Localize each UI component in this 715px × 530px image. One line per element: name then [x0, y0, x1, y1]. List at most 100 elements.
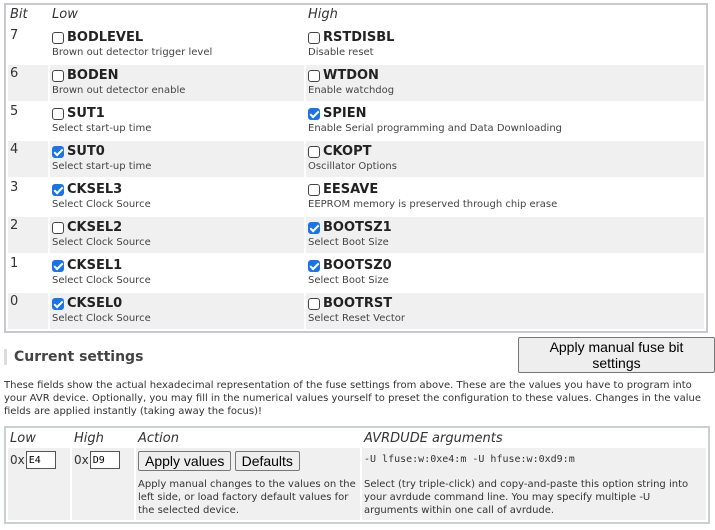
bit-number: 1 — [8, 255, 48, 291]
fuse-cell-high: BOOTSZ0 Select Boot Size — [306, 255, 704, 291]
fuse-description: Enable watchdog — [308, 85, 395, 96]
checkbox[interactable] — [52, 297, 64, 310]
fuse-description: Select Clock Source — [52, 199, 151, 210]
fuse-checkbox-label[interactable]: CKOPT — [308, 144, 702, 159]
avrdude-arguments[interactable]: -U lfuse:w:0xe4:m -U hfuse:w:0xd9:m — [364, 453, 704, 466]
fuse-description: Disable reset — [308, 47, 374, 58]
fuse-checkbox-label[interactable]: CKSEL3 — [52, 182, 302, 197]
fuse-name: SPIEN — [323, 106, 367, 121]
fuse-name: BODLEVEL — [67, 30, 144, 45]
checkbox[interactable] — [52, 107, 64, 120]
checkbox[interactable] — [52, 31, 64, 44]
fuse-cell-low: SUT1 Select start-up time — [50, 103, 304, 139]
fuse-description: Select start-up time — [52, 161, 152, 172]
fuse-row: 4 SUT0 Select start-up time CKOPT Oscillator… — [8, 141, 704, 177]
fuse-description: Select start-up time — [52, 123, 152, 134]
avrdude-description: Select (try triple-click) and copy-and-p… — [364, 479, 689, 516]
high-fuse-input[interactable] — [89, 451, 120, 469]
fuse-checkbox-label[interactable]: CKSEL2 — [52, 220, 302, 235]
fuse-description: Enable Serial programming and Data Downl… — [308, 123, 563, 134]
checkbox[interactable] — [52, 221, 64, 234]
bit-number: 3 — [8, 179, 48, 215]
fuse-description: Select Clock Source — [52, 313, 151, 324]
fuse-name: SUT1 — [67, 106, 105, 121]
fuse-cell-low: SUT0 Select start-up time — [50, 141, 304, 177]
fuse-description: Select Reset Vector — [308, 313, 406, 324]
hex-prefix: 0x — [10, 452, 25, 467]
fuse-name: BOOTRST — [323, 296, 393, 311]
fuse-checkbox-label[interactable]: CKSEL1 — [52, 258, 302, 273]
fuse-name: BOOTSZ0 — [323, 258, 392, 273]
current-settings-heading: Current settings — [4, 349, 143, 365]
fuse-name: RSTDISBL — [323, 30, 395, 45]
checkbox[interactable] — [52, 183, 64, 196]
checkbox[interactable] — [308, 107, 320, 120]
low-fuse-input[interactable] — [25, 451, 56, 469]
bit-number: 7 — [8, 27, 48, 63]
checkbox[interactable] — [52, 259, 64, 272]
fuse-checkbox-label[interactable]: SPIEN — [308, 106, 702, 121]
fuse-row: 5 SUT1 Select start-up time SPIEN Enable Ser… — [8, 103, 704, 139]
fuse-name: CKOPT — [323, 144, 372, 159]
hex-prefix: 0x — [74, 452, 89, 467]
fuse-description: Select Clock Source — [52, 237, 151, 248]
header-low: Low — [50, 7, 304, 25]
fuse-cell-high: CKOPT Oscillator Options — [306, 141, 704, 177]
fuse-row: 7 BODLEVEL Brown out detector trigger leve… — [8, 27, 704, 63]
current-settings-intro: These fields show the actual hexadecimal… — [4, 380, 701, 417]
checkbox[interactable] — [308, 145, 320, 158]
fuse-cell-low: BODEN Brown out detector enable — [50, 65, 304, 101]
fuse-checkbox-label[interactable]: RSTDISBL — [308, 30, 702, 45]
fuse-row: 6 BODEN Brown out detector enable WTDON Enab… — [8, 65, 704, 101]
fuse-name: CKSEL0 — [67, 296, 123, 311]
checkbox[interactable] — [308, 259, 320, 272]
fuse-name: WTDON — [323, 68, 379, 83]
fuse-description: EEPROM memory is preserved through chip … — [308, 199, 558, 210]
checkbox[interactable] — [52, 145, 64, 158]
fuse-cell-high: SPIEN Enable Serial programming and Data … — [306, 103, 704, 139]
fuse-checkbox-label[interactable]: EESAVE — [308, 182, 702, 197]
fuse-description: Select Clock Source — [52, 275, 151, 286]
fuse-cell-low: CKSEL0 Select Clock Source — [50, 293, 304, 329]
fuse-checkbox-label[interactable]: SUT0 — [52, 144, 302, 159]
fuse-cell-high: RSTDISBL Disable reset — [306, 27, 704, 63]
fuse-row: 2 CKSEL2 Select Clock Source BOOTSZ1 Select … — [8, 217, 704, 253]
bit-number: 0 — [8, 293, 48, 329]
fuse-description: Brown out detector trigger level — [52, 47, 213, 58]
fuse-cell-low: CKSEL1 Select Clock Source — [50, 255, 304, 291]
fuse-checkbox-label[interactable]: WTDON — [308, 68, 702, 83]
fuse-checkbox-label[interactable]: BODLEVEL — [52, 30, 302, 45]
checkbox[interactable] — [308, 183, 320, 196]
fuse-row: 0 CKSEL0 Select Clock Source BOOTRST Select … — [8, 293, 704, 329]
checkbox[interactable] — [308, 31, 320, 44]
fuse-cell-low: CKSEL2 Select Clock Source — [50, 217, 304, 253]
fuse-checkbox-label[interactable]: CKSEL0 — [52, 296, 302, 311]
fuse-name: CKSEL2 — [67, 220, 123, 235]
fuse-name: EESAVE — [323, 182, 379, 197]
fuse-name: CKSEL3 — [67, 182, 123, 197]
current-settings-table: Low High Action AVRDUDE arguments 0x 0x … — [4, 426, 710, 524]
fuse-description: Oscillator Options — [308, 161, 397, 172]
checkbox[interactable] — [308, 297, 320, 310]
apply-manual-fuse-bits-button[interactable]: Apply manual fuse bit settings — [518, 337, 715, 373]
fuse-checkbox-label[interactable]: SUT1 — [52, 106, 302, 121]
checkbox[interactable] — [308, 221, 320, 234]
fuse-name: CKSEL1 — [67, 258, 123, 273]
checkbox[interactable] — [52, 69, 64, 82]
fuse-bits-table: Bit Low High 7 BODLEVEL Brown out detector… — [4, 3, 708, 333]
fuse-checkbox-label[interactable]: BODEN — [52, 68, 302, 83]
fuse-checkbox-label[interactable]: BOOTSZ1 — [308, 220, 702, 235]
fuse-checkbox-label[interactable]: BOOTSZ0 — [308, 258, 702, 273]
fuse-row: 3 CKSEL3 Select Clock Source EESAVE EEPROM m… — [8, 179, 704, 215]
header-low: Low — [10, 430, 36, 446]
fuse-row: 1 CKSEL1 Select Clock Source BOOTSZ0 Select … — [8, 255, 704, 291]
fuse-cell-high: WTDON Enable watchdog — [306, 65, 704, 101]
header-high: High — [74, 430, 104, 446]
fuse-checkbox-label[interactable]: BOOTRST — [308, 296, 702, 311]
apply-values-button[interactable]: Apply values — [138, 451, 232, 471]
header-action: Action — [138, 430, 179, 446]
defaults-button[interactable]: Defaults — [234, 451, 300, 471]
bit-number: 6 — [8, 65, 48, 101]
header-bit: Bit — [8, 7, 48, 25]
checkbox[interactable] — [308, 69, 320, 82]
